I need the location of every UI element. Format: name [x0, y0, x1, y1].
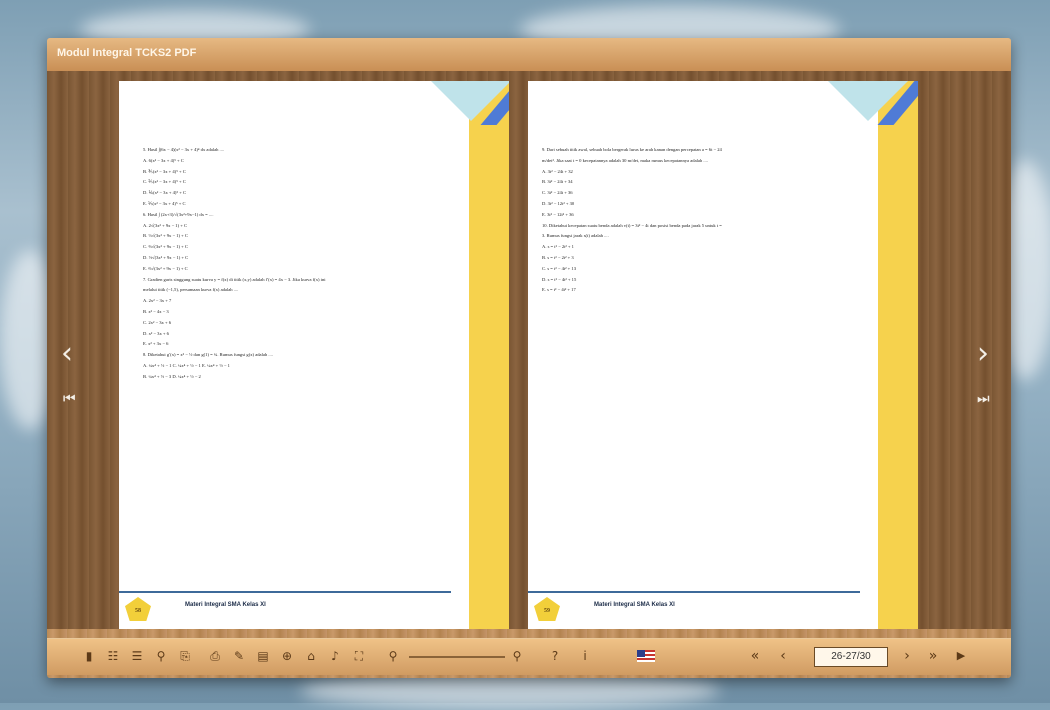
page-number: 59 — [534, 597, 560, 621]
autoplay-icon[interactable]: ▶ — [953, 647, 969, 665]
text-line: C. ⅔√(3x² + 9x − 1) + C — [143, 244, 188, 250]
zoom-slider[interactable] — [409, 656, 505, 658]
footer-line — [119, 591, 451, 593]
text-line: 5. Hasil ∫(6x − 4)(x² − 3x + 4)⁴ dx adal… — [143, 147, 225, 152]
title-bar: Modul Integral TCKS2 PDF — [47, 38, 1011, 71]
zoom-in-icon[interactable]: ⚲ — [509, 647, 525, 665]
skip-first-icon[interactable]: ⏮ — [63, 391, 76, 407]
fullscreen-icon[interactable]: ⛶ — [351, 647, 367, 665]
text-line: C. ⅖(x² − 3x + 4)⁵ + C — [143, 179, 186, 185]
text-line: 6. Hasil ∫ (2x+3)/√(3x²+9x−1) dx = .... — [143, 211, 214, 217]
zoom-out-icon[interactable]: ⚲ — [385, 647, 401, 665]
text-line: 10. Diketahui kecepatan suatu benda adal… — [542, 222, 722, 228]
page-text: 9. Dari sebuah titik awal, sebuah bola b… — [542, 145, 862, 296]
text-line: E. ⅕(x² − 3x + 4)⁵ + C — [143, 200, 186, 206]
text-line: A. 2√(3x² + 9x − 1) + C — [143, 222, 188, 228]
text-line: E. ⅔√(3x² + 9x − 1) + C — [143, 265, 188, 271]
text-line: A. s = t³ − 2t² + 1 — [542, 244, 574, 250]
thumbnails-icon[interactable]: ☷ — [105, 647, 121, 665]
text-line: A. 2x² − 3x + 7 — [143, 298, 172, 304]
chevron-right-icon[interactable]: › — [977, 336, 989, 371]
app-title: Modul Integral TCKS2 PDF — [57, 47, 197, 59]
text-line: 8. Diketahui g′(x) = x³ − ½ dan g(1) = ¾… — [143, 352, 273, 358]
page-indicator[interactable]: 26-27/30 — [814, 647, 888, 667]
text-line: C. 2x² − 3x + 6 — [143, 319, 171, 325]
page-number: 58 — [125, 597, 151, 621]
page-text: 5. Hasil ∫(6x − 4)(x² − 3x + 4)⁴ dx adal… — [143, 145, 463, 383]
help-icon[interactable]: ? — [547, 647, 563, 665]
home-icon[interactable]: ⌂ — [303, 647, 319, 665]
toolbar: ▮ ☷ ☰ ⚲ ⎘ ⎙ ✎ ▤ ⊕ ⌂ ♪ ⛶ ⚲ ⚲ ? i « ‹ 26-2… — [47, 638, 1011, 675]
text-line: B. ¼x⁴ + ½ − 3 D. ¼x⁴ + ½ − 2 — [143, 373, 201, 379]
print-icon[interactable]: ⎙ — [207, 647, 223, 665]
right-page[interactable]: 9. Dari sebuah titik awal, sebuah bola b… — [528, 81, 918, 629]
search-icon[interactable]: ⚲ — [153, 647, 169, 665]
text-line: B. s = t³ − 2t² + 3 — [542, 254, 574, 260]
text-line: melalui titik (−1,5), persamaan kurva f(… — [143, 287, 239, 293]
text-line: D. x² − 3x + 6 — [143, 330, 169, 336]
text-line: 3. Rumus fungsi jarak s(t) adalah .... — [542, 233, 609, 239]
note-icon[interactable]: ▤ — [255, 647, 271, 665]
text-line: D. ⅙(x² − 3x + 4)⁵ + C — [143, 190, 187, 196]
text-line: E. s = t³ − 4t² + 17 — [542, 287, 576, 293]
previous-page-icon[interactable]: ‹ — [775, 647, 791, 665]
info-icon[interactable]: i — [577, 647, 593, 665]
page-footer: Materi Integral SMA Kelas XI — [594, 602, 675, 608]
text-line: B. 3t² − 24t + 34 — [542, 179, 573, 185]
first-page-icon[interactable]: « — [747, 647, 763, 665]
text-line: B. ⅗(x² − 3x + 4)⁵ + C — [143, 168, 186, 174]
chevron-left-icon[interactable]: ‹ — [61, 336, 73, 371]
text-line: B. x² − 4x − 3 — [143, 308, 169, 314]
text-line: E. 3t² − 12t² + 36 — [542, 211, 574, 217]
text-line: B. ⅓√(3x² + 9x − 1) + C — [143, 233, 188, 239]
language-flag-icon[interactable] — [637, 650, 655, 662]
text-line: D. 3t² − 12t² + 30 — [542, 200, 575, 206]
text-line: A. ¼x⁴ + ½ − 1 C. ¼x⁴ + ½ − 1 E. ¼x⁴ + ½… — [143, 362, 230, 368]
footer-line — [528, 591, 860, 593]
text-line: 7. Gradien garis singgung suatu kurva y … — [143, 276, 326, 282]
text-line: 9. Dari sebuah titik awal, sebuah bola b… — [542, 147, 722, 152]
text-line: D. s = t³ − 4t² + 15 — [542, 276, 577, 282]
text-line: E. x² + 3x − 6 — [143, 341, 169, 347]
text-line: m/det². Jika saat t = 0 kecepatannya ada… — [542, 157, 708, 163]
download-icon[interactable]: ⊕ — [279, 647, 295, 665]
last-page-icon[interactable]: » — [925, 647, 941, 665]
text-line: C. 3t² − 24t + 36 — [542, 190, 573, 196]
pen-icon[interactable]: ✎ — [231, 647, 247, 665]
sound-icon[interactable]: ♪ — [327, 647, 343, 665]
share-icon[interactable]: ⎘ — [177, 647, 193, 665]
text-line: D. ½√(3x² + 9x − 1) + C — [143, 254, 189, 260]
flipbook-window: Modul Integral TCKS2 PDF 5. Hasil ∫(6x −… — [47, 38, 1011, 678]
left-page[interactable]: 5. Hasil ∫(6x − 4)(x² − 3x + 4)⁴ dx adal… — [119, 81, 509, 629]
page-stripe — [878, 81, 918, 629]
bookmark-icon[interactable]: ▮ — [81, 647, 97, 665]
text-line: A. 6(x² − 3x + 4)⁵ + C — [143, 157, 184, 163]
page-footer: Materi Integral SMA Kelas XI — [185, 602, 266, 608]
text-line: A. 3t² − 24t + 32 — [542, 168, 573, 174]
book-area: 5. Hasil ∫(6x − 4)(x² − 3x + 4)⁴ dx adal… — [47, 71, 1011, 629]
skip-last-icon[interactable]: ⏭ — [977, 391, 990, 407]
table-of-contents-icon[interactable]: ☰ — [129, 647, 145, 665]
page-stripe — [469, 81, 509, 629]
next-page-icon[interactable]: › — [899, 647, 915, 665]
text-line: C. s = t³ − 4t² + 13 — [542, 265, 577, 271]
